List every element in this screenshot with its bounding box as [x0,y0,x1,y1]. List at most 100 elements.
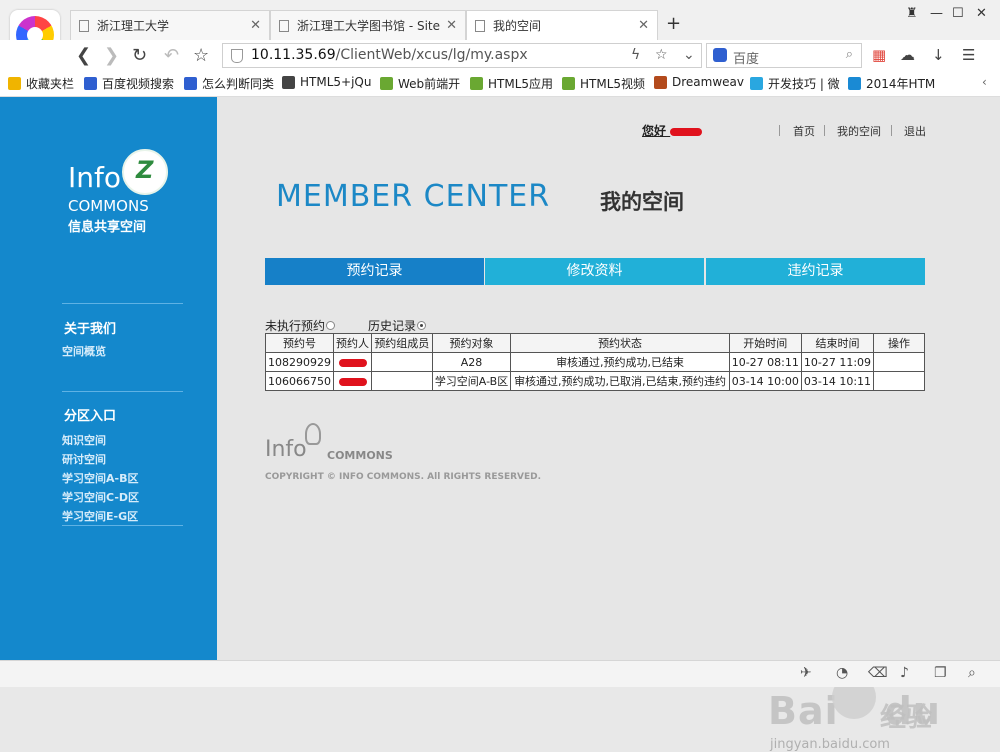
trash-icon[interactable]: ⌫ [868,665,888,681]
member-tabs: 预约记录 修改资料 违约记录 [265,258,925,285]
baidu-icon [184,77,197,90]
sidebar-link-knowledge[interactable]: 知识空间 [62,432,106,448]
nav-separator [891,125,892,136]
cloud-icon[interactable]: ☁ [900,46,915,64]
bookmark-item[interactable]: Web前端开 [380,75,460,92]
sidebar-heading-zones: 分区入口 [64,409,117,424]
cell-members [371,352,433,372]
page-content: Info COMMONS 信息共享空间 关于我们 空间概览 分区入口 知识空间 … [0,97,1000,752]
nav-toolbar: ❮ ❯ ↻ ↶ ☆ 10.11.35.69/ClientWeb/xcus/lg/… [0,40,1000,72]
nav-logout-link[interactable]: 退出 [904,123,926,139]
site-icon [562,77,575,90]
menu-icon[interactable]: ☰ [962,46,975,64]
close-window-button[interactable]: ✕ [976,6,987,21]
tab-title: 浙江理工大学图书馆 - Site [297,19,440,33]
tab-zstu[interactable]: 浙江理工大学 ✕ [70,10,270,40]
bookmark-item[interactable]: 开发技巧 | 微 [750,75,840,92]
favorite-icon[interactable]: ☆ [193,45,209,66]
folder-icon [8,77,21,90]
col-person: 预约人 [333,333,372,353]
cell-id: 108290929 [265,352,334,372]
bookmark-item[interactable]: 百度视频搜索 [84,75,174,92]
bookmark-item[interactable]: HTML5应用 [470,75,553,92]
close-icon[interactable]: ✕ [638,18,649,33]
apps-icon[interactable]: ▦ [872,46,886,64]
close-icon[interactable]: ✕ [250,18,261,33]
sidebar-link-cd[interactable]: 学习空间C-D区 [62,489,139,505]
page-icon [79,19,89,32]
tab-violation-records[interactable]: 违约记录 [706,258,925,285]
bookmark-item[interactable]: 怎么判断同类 [184,75,274,92]
col-members: 预约组成员 [371,333,433,353]
brand-cn: 信息共享空间 [68,220,147,235]
bookmark-item[interactable]: 2014年HTM [848,75,935,92]
maximize-button[interactable]: ☐ [952,6,964,21]
zoom-icon[interactable]: ⌕ [968,665,976,681]
page-title-cn: 我的空间 [600,190,684,214]
search-input[interactable]: 百度 [733,48,759,67]
search-box[interactable]: 百度 ⌕ [706,43,862,68]
nav-separator [824,125,825,136]
minimize-button[interactable]: — [930,6,943,21]
reload-button[interactable]: ↻ [132,45,147,66]
bookmark-item[interactable]: HTML5+jQu [282,75,371,89]
col-start: 开始时间 [728,333,802,353]
radio-pending[interactable] [326,321,336,330]
search-icon[interactable]: ⌕ [846,47,853,62]
sidebar-link-ab[interactable]: 学习空间A-B区 [62,470,138,486]
table-header: 预约号 预约人 预约组成员 预约对象 预约状态 开始时间 结束时间 操作 [265,333,925,353]
bookmarks-overflow[interactable]: ‹ [982,75,987,89]
chevron-down-icon[interactable]: ⌄ [683,47,695,63]
download-icon[interactable]: ↓ [932,46,945,64]
undo-icon[interactable]: ↶ [164,45,179,66]
back-button[interactable]: ❮ [76,45,91,66]
university-emblem-icon [122,149,168,195]
user-greeting[interactable]: 您好 [642,122,703,139]
cell-end: 03-14 10:11 [800,371,875,391]
lightning-icon[interactable]: ϟ [631,47,640,63]
watermark-url: jingyan.baidu.com [770,737,890,752]
divider [62,525,183,526]
forward-button[interactable]: ❯ [104,45,119,66]
star-icon[interactable]: ☆ [655,47,668,63]
filter-pending[interactable]: 未执行预约 [265,317,336,334]
tab-reservation-records[interactable]: 预约记录 [265,258,484,285]
address-bar[interactable]: 10.11.35.69/ClientWeb/xcus/lg/my.aspx ϟ … [222,43,702,68]
cell-status: 审核通过,预约成功,已结束 [510,352,730,372]
col-id: 预约号 [265,333,334,353]
footer-copyright: COPYRIGHT © INFO COMMONS. All RIGHTS RES… [265,472,542,482]
cell-end: 10-27 11:09 [800,352,875,372]
sidebar-link-discussion[interactable]: 研讨空间 [62,451,106,467]
cell-start: 10-27 08:11 [728,352,802,372]
close-icon[interactable]: ✕ [446,18,457,33]
shield-icon [231,49,243,63]
baidu-icon [84,77,97,90]
col-status: 预约状态 [510,333,730,353]
tab-library[interactable]: 浙江理工大学图书馆 - Site ✕ [270,10,466,40]
volume-icon[interactable]: ♪ [900,665,909,681]
cell-person [333,352,372,372]
tab-edit-profile[interactable]: 修改资料 [485,258,704,285]
v-icon [750,77,763,90]
bookmark-item[interactable]: Dreamweav [654,75,744,89]
new-tab-button[interactable]: + [666,13,681,34]
redacted-name [670,127,703,136]
table-row: 108290929 A28 审核通过,预约成功,已结束 10-27 08:11 … [265,352,925,372]
nav-my-space-link[interactable]: 我的空间 [837,123,881,139]
divider [62,303,183,304]
window-icon[interactable]: ❐ [934,665,947,681]
radio-history[interactable] [417,321,427,330]
nav-separator [779,125,780,136]
pin-icon[interactable]: ✈ [800,665,812,681]
cell-actions [873,352,925,372]
sidebar-link-overview[interactable]: 空间概览 [62,343,106,359]
filter-history[interactable]: 历史记录 [368,317,427,334]
bookmark-item[interactable]: HTML5视频 [562,75,645,92]
tab-my-space[interactable]: 我的空间 ✕ [466,10,658,40]
speed-icon[interactable]: ◔ [836,665,848,681]
nav-home-link[interactable]: 首页 [793,123,815,139]
bookmark-folder[interactable]: 收藏夹栏 [8,75,74,92]
skin-icon[interactable]: ♜ [906,6,918,21]
sidebar-link-eg[interactable]: 学习空间E-G区 [62,508,138,524]
url-text[interactable]: 10.11.35.69/ClientWeb/xcus/lg/my.aspx [251,47,528,63]
